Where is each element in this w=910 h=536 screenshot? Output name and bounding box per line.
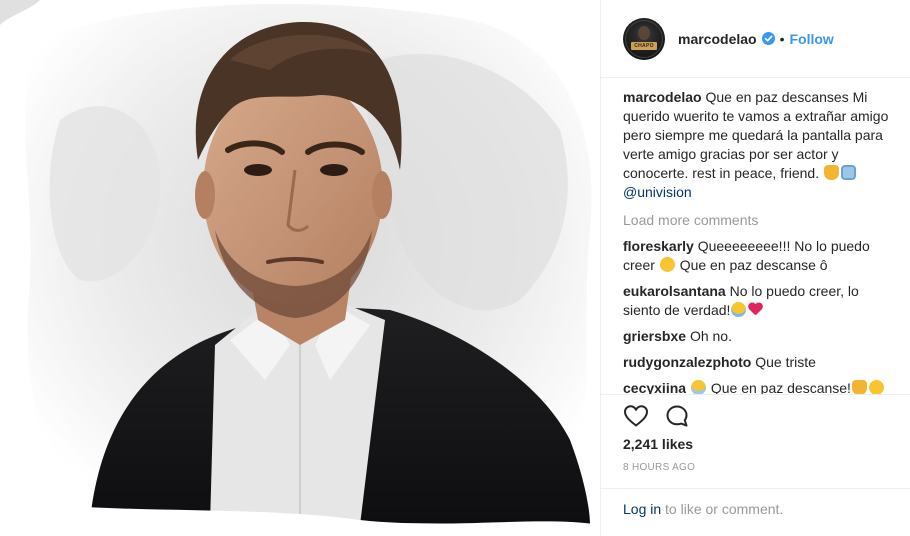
comment-username[interactable]: eukarolsantana: [623, 283, 726, 299]
post-caption: marcodelao Que en paz descanses Mi queri…: [623, 88, 893, 202]
separator-dot: •: [779, 30, 785, 47]
comment-username[interactable]: rudygonzalezphoto: [623, 354, 751, 370]
comment-username[interactable]: floreskarly: [623, 238, 694, 254]
screaming-emoji-icon: [690, 380, 706, 394]
comment-username[interactable]: cecyxiina: [623, 380, 686, 394]
praying-emoji-icon: [824, 165, 839, 180]
praying-hands-emoji-icon: [841, 165, 856, 180]
portrait-image: [0, 0, 600, 536]
post-header: CHAPO marcodelao • Follow: [601, 0, 910, 78]
praying-emoji-icon: [851, 380, 867, 394]
login-footer: Log in to like or comment.: [601, 488, 910, 536]
avatar[interactable]: CHAPO: [623, 17, 665, 60]
comment-text: Que triste: [755, 354, 816, 370]
avatar-figure: [638, 25, 650, 40]
action-icons: [623, 404, 689, 428]
verified-badge-icon: [761, 32, 775, 45]
likes-count[interactable]: 2,241 likes: [623, 436, 693, 452]
actions-divider: [601, 394, 910, 395]
comment-item: rudygonzalezphoto Que triste: [623, 353, 893, 372]
comment-text-continued: Que en paz descanse ô: [679, 257, 828, 273]
caption-mention-link[interactable]: @univision: [623, 184, 692, 200]
comment-item: griersbxe Oh no.: [623, 327, 893, 346]
login-prompt-text: to like or comment.: [665, 501, 784, 517]
comment-text: Que en paz descanse!: [710, 380, 851, 394]
comment-icon[interactable]: [665, 404, 689, 428]
login-link[interactable]: Log in: [623, 501, 661, 517]
comment-item: floreskarly Queeeeeeee!!! No lo puedo cr…: [623, 237, 893, 275]
post-sidebar: CHAPO marcodelao • Follow marcodelao Que…: [600, 0, 910, 536]
crying-emoji-icon: [731, 302, 747, 317]
post-photo: [0, 0, 600, 536]
comment-item: eukarolsantana No lo puedo creer, lo sie…: [623, 282, 893, 320]
load-more-comments-button[interactable]: Load more comments: [623, 211, 893, 230]
red-heart-emoji-icon: [748, 302, 763, 317]
comment-username[interactable]: griersbxe: [623, 328, 686, 344]
comment-text: Oh no.: [689, 328, 732, 344]
disappointed-emoji-icon: [659, 257, 675, 272]
follow-button[interactable]: Follow: [790, 31, 834, 47]
avatar-label: CHAPO: [631, 41, 657, 50]
disappointed-emoji-icon: [868, 380, 884, 394]
comment-item: cecyxiina Que en paz descanse!: [623, 379, 893, 394]
header-username[interactable]: marcodelao: [678, 31, 757, 47]
post-timestamp: 8 HOURS AGO: [623, 462, 696, 473]
heart-icon[interactable]: [623, 404, 649, 428]
caption-username[interactable]: marcodelao: [623, 89, 702, 105]
comments-list[interactable]: marcodelao Que en paz descanses Mi queri…: [623, 88, 893, 394]
